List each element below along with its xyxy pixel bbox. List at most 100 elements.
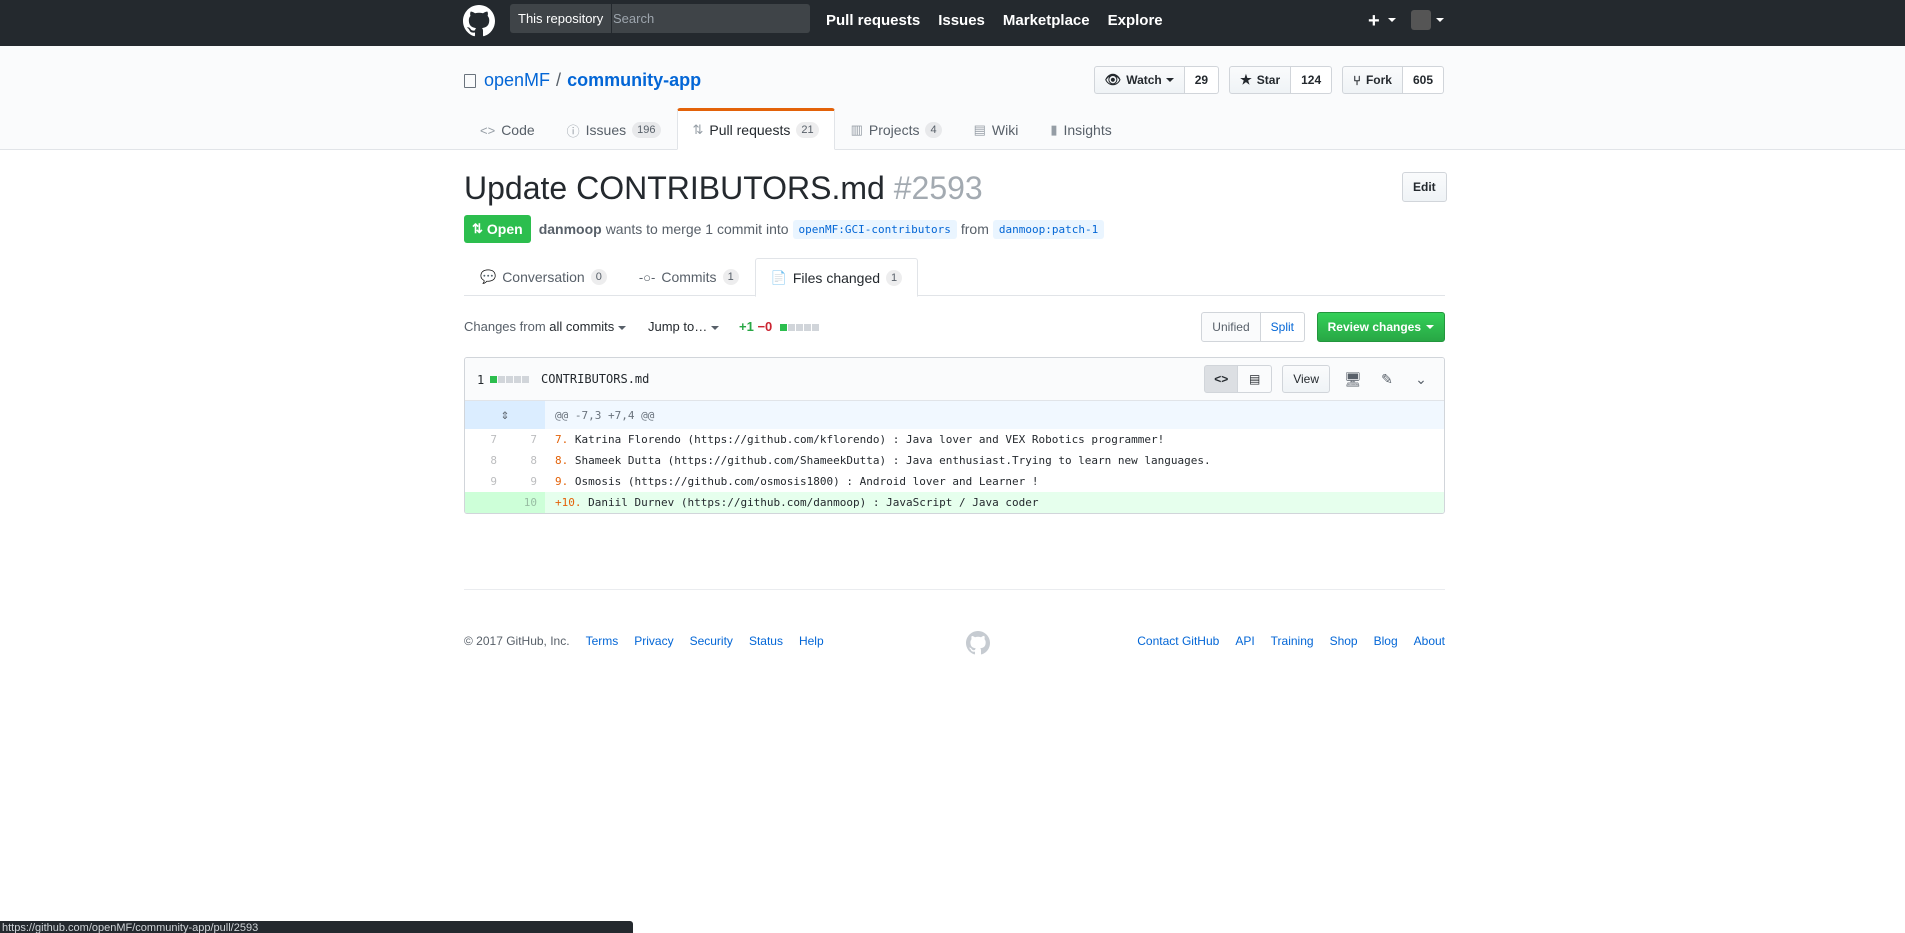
chevron-down-icon [618, 325, 627, 330]
footer-link-training[interactable]: Training [1271, 634, 1314, 648]
unified-button[interactable]: Unified [1201, 312, 1261, 342]
source-diff-icon[interactable]: <> [1204, 365, 1239, 393]
new-line-number[interactable]: 9 [505, 471, 545, 492]
footer-link-help[interactable]: Help [799, 634, 824, 648]
repo-nav: <> Code ⓘ Issues 196 ⇅ Pull requests 21 ▥ Proj… [464, 108, 1128, 150]
tab-label: Code [501, 122, 535, 138]
rich-diff-icon[interactable]: ▤ [1238, 365, 1273, 393]
jump-to-label: Jump to… [648, 319, 708, 334]
expand-icon[interactable]: ⇕ [465, 401, 545, 429]
tab-pull-requests[interactable]: ⇅ Pull requests 21 [676, 108, 835, 150]
base-branch[interactable]: openMF:GCI-contributors [792, 219, 957, 239]
eye-icon: 👁 [1104, 72, 1122, 87]
table-row: 9 9 9. Osmosis (https://github.com/osmos… [465, 471, 1444, 492]
footer-link-contact[interactable]: Contact GitHub [1137, 634, 1219, 648]
tab-wiki[interactable]: ▤ Wiki [958, 108, 1035, 150]
status-badge: ⇅ Open [464, 215, 531, 243]
star-button[interactable]: ★ Star [1229, 66, 1292, 94]
issue-icon: ⓘ [566, 123, 580, 139]
fork-button[interactable]: ⑂ Fork [1342, 66, 1403, 94]
pull-request-icon: ⇅ [472, 221, 483, 236]
split-button[interactable]: Split [1260, 312, 1305, 342]
tab-counter: 0 [590, 269, 607, 285]
footer-link-security[interactable]: Security [690, 634, 733, 648]
nav-explore[interactable]: Explore [1108, 12, 1163, 29]
footer-link-api[interactable]: API [1235, 634, 1254, 648]
review-changes-button[interactable]: Review changes [1316, 312, 1445, 342]
fork-group: ⑂ Fork 605 [1342, 66, 1444, 94]
tab-label: Projects [868, 122, 920, 138]
edit-button[interactable]: Edit [1402, 172, 1447, 202]
footer-link-shop[interactable]: Shop [1330, 634, 1358, 648]
from-text: from [960, 221, 989, 237]
all-commits-label: all commits [549, 319, 615, 334]
pencil-icon[interactable]: ✎ [1376, 365, 1398, 393]
tab-insights[interactable]: ▮ Insights [1034, 108, 1127, 150]
create-new-icon[interactable]: + [1368, 10, 1380, 33]
tab-counter: 196 [632, 122, 661, 138]
file-header: 1 CONTRIBUTORS.md <> ▤ View 🖥 ✎ ⌄ [465, 358, 1444, 401]
github-logo-icon[interactable] [463, 5, 495, 37]
chevron-down-icon[interactable] [1388, 18, 1396, 22]
footer-link-about[interactable]: About [1414, 634, 1445, 648]
pr-title-text: Update CONTRIBUTORS.md [464, 170, 885, 206]
tab-issues[interactable]: ⓘ Issues 196 [551, 108, 677, 150]
author-link[interactable]: danmoop [539, 221, 602, 237]
footer-link-terms[interactable]: Terms [586, 634, 619, 648]
tab-commits[interactable]: -○- Commits 1 [623, 258, 755, 296]
avatar[interactable] [1411, 10, 1431, 30]
footer: © 2017 GitHub, Inc. Terms Privacy Securi… [464, 589, 1445, 655]
chevron-down-icon[interactable] [1436, 18, 1444, 22]
list-number: +10. [555, 496, 582, 509]
watch-count[interactable]: 29 [1184, 66, 1220, 94]
github-mark-icon[interactable] [966, 631, 990, 655]
repo-icon [464, 73, 476, 88]
new-line-number[interactable]: 7 [505, 429, 545, 450]
fork-count[interactable]: 605 [1402, 66, 1444, 94]
jump-to-selector[interactable]: Jump to… [648, 319, 720, 334]
search-input[interactable] [613, 4, 803, 33]
footer-link-blog[interactable]: Blog [1374, 634, 1398, 648]
old-line-number[interactable]: 8 [465, 450, 505, 471]
search-box: This repository [510, 4, 810, 33]
line-text: Katrina Florendo (https://github.com/kfl… [568, 433, 1165, 446]
pull-request-icon: ⇅ [692, 122, 704, 137]
fork-label: Fork [1365, 73, 1392, 87]
table-row: 10 +10. Daniil Durnev (https://github.co… [465, 492, 1444, 513]
top-nav: Pull requests Issues Marketplace Explore [826, 0, 1181, 40]
star-count[interactable]: 124 [1291, 66, 1333, 94]
head-branch[interactable]: danmoop:patch-1 [992, 219, 1105, 239]
nav-issues[interactable]: Issues [938, 12, 985, 29]
old-line-number[interactable]: 9 [465, 471, 505, 492]
tab-label: Pull requests [709, 122, 791, 138]
nav-pull-requests[interactable]: Pull requests [826, 12, 920, 29]
top-header: This repository Pull requests Issues Mar… [0, 0, 1905, 46]
file-name[interactable]: CONTRIBUTORS.md [541, 372, 649, 386]
comment-icon: 💬 [480, 269, 497, 284]
tab-conversation[interactable]: 💬 Conversation 0 [464, 258, 623, 296]
new-line-number[interactable]: 10 [505, 492, 545, 513]
chevron-down-icon [1165, 78, 1174, 82]
tab-code[interactable]: <> Code [464, 108, 551, 150]
repo-name-link[interactable]: community-app [567, 70, 701, 91]
desktop-icon[interactable]: 🖥 [1342, 365, 1364, 393]
tab-projects[interactable]: ▥ Projects 4 [835, 108, 958, 150]
tab-files-changed[interactable]: 📄 Files changed 1 [754, 258, 919, 297]
tab-counter: 21 [796, 122, 819, 138]
watch-label: Watch [1126, 73, 1162, 87]
search-scope[interactable]: This repository [510, 4, 613, 33]
footer-link-privacy[interactable]: Privacy [634, 634, 673, 648]
old-line-number[interactable]: 7 [465, 429, 505, 450]
footer-link-status[interactable]: Status [749, 634, 783, 648]
graph-icon: ▮ [1050, 122, 1058, 137]
chevron-down-icon[interactable]: ⌄ [1410, 365, 1432, 393]
changes-from-selector[interactable]: Changes from all commits [464, 319, 627, 334]
tab-label: Insights [1063, 122, 1112, 138]
new-line-number[interactable]: 8 [505, 450, 545, 471]
file-diff: 1 CONTRIBUTORS.md <> ▤ View 🖥 ✎ ⌄ ⇕ @@ -… [464, 357, 1445, 514]
path-separator: / [556, 70, 562, 90]
view-file-button[interactable]: View [1282, 365, 1330, 393]
watch-button[interactable]: 👁 Watch [1093, 66, 1185, 94]
nav-marketplace[interactable]: Marketplace [1003, 12, 1090, 29]
repo-owner-link[interactable]: openMF [484, 70, 550, 91]
